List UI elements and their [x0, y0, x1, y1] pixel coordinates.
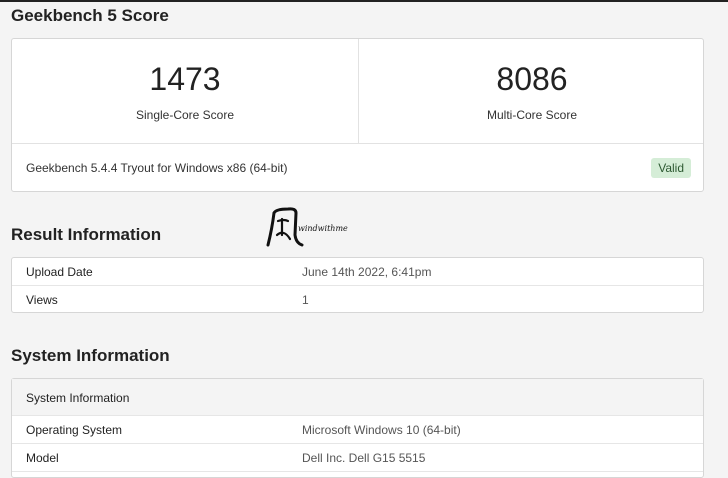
status-badge: Valid	[651, 158, 691, 178]
score-card: 1473 Single-Core Score 8086 Multi-Core S…	[11, 38, 704, 192]
watermark-logo: windwithme	[266, 205, 356, 251]
system-section-title: System Information	[11, 346, 170, 365]
table-row: Operating System Microsoft Windows 10 (6…	[12, 416, 703, 444]
multi-core-label: Multi-Core Score	[486, 108, 578, 122]
table-header: System Information	[12, 379, 703, 416]
row-value: June 14th 2022, 6:41pm	[302, 265, 432, 279]
watermark-text: windwithme	[298, 224, 348, 233]
score-footer: Geekbench 5.4.4 Tryout for Windows x86 (…	[12, 143, 703, 192]
benchmark-version: Geekbench 5.4.4 Tryout for Windows x86 (…	[26, 161, 288, 175]
single-core-label: Single-Core Score	[135, 108, 235, 122]
row-value: 1	[302, 293, 309, 307]
row-value: Dell Inc. Dell G15 5515	[302, 451, 426, 465]
result-info-table: Upload Date June 14th 2022, 6:41pm Views…	[11, 257, 704, 313]
single-core-cell: 1473 Single-Core Score	[12, 39, 358, 143]
multi-core-score: 8086	[496, 61, 568, 97]
table-row: Upload Date June 14th 2022, 6:41pm	[12, 258, 703, 286]
row-key: Upload Date	[26, 265, 93, 279]
score-section-title: Geekbench 5 Score	[11, 6, 169, 25]
row-value: Microsoft Windows 10 (64-bit)	[302, 423, 461, 437]
row-key: Model	[26, 451, 59, 465]
row-key: Views	[26, 293, 58, 307]
result-section-title: Result Information	[11, 225, 162, 244]
row-key: Operating System	[26, 423, 123, 437]
single-core-score: 1473	[149, 61, 221, 97]
table-row: Views 1	[12, 286, 703, 314]
table-header-label: System Information	[26, 391, 130, 405]
multi-core-cell: 8086 Multi-Core Score	[358, 39, 705, 143]
system-info-table: System Information Operating System Micr…	[11, 378, 704, 478]
top-border	[0, 0, 728, 2]
table-row: Model Dell Inc. Dell G15 5515	[12, 444, 703, 472]
